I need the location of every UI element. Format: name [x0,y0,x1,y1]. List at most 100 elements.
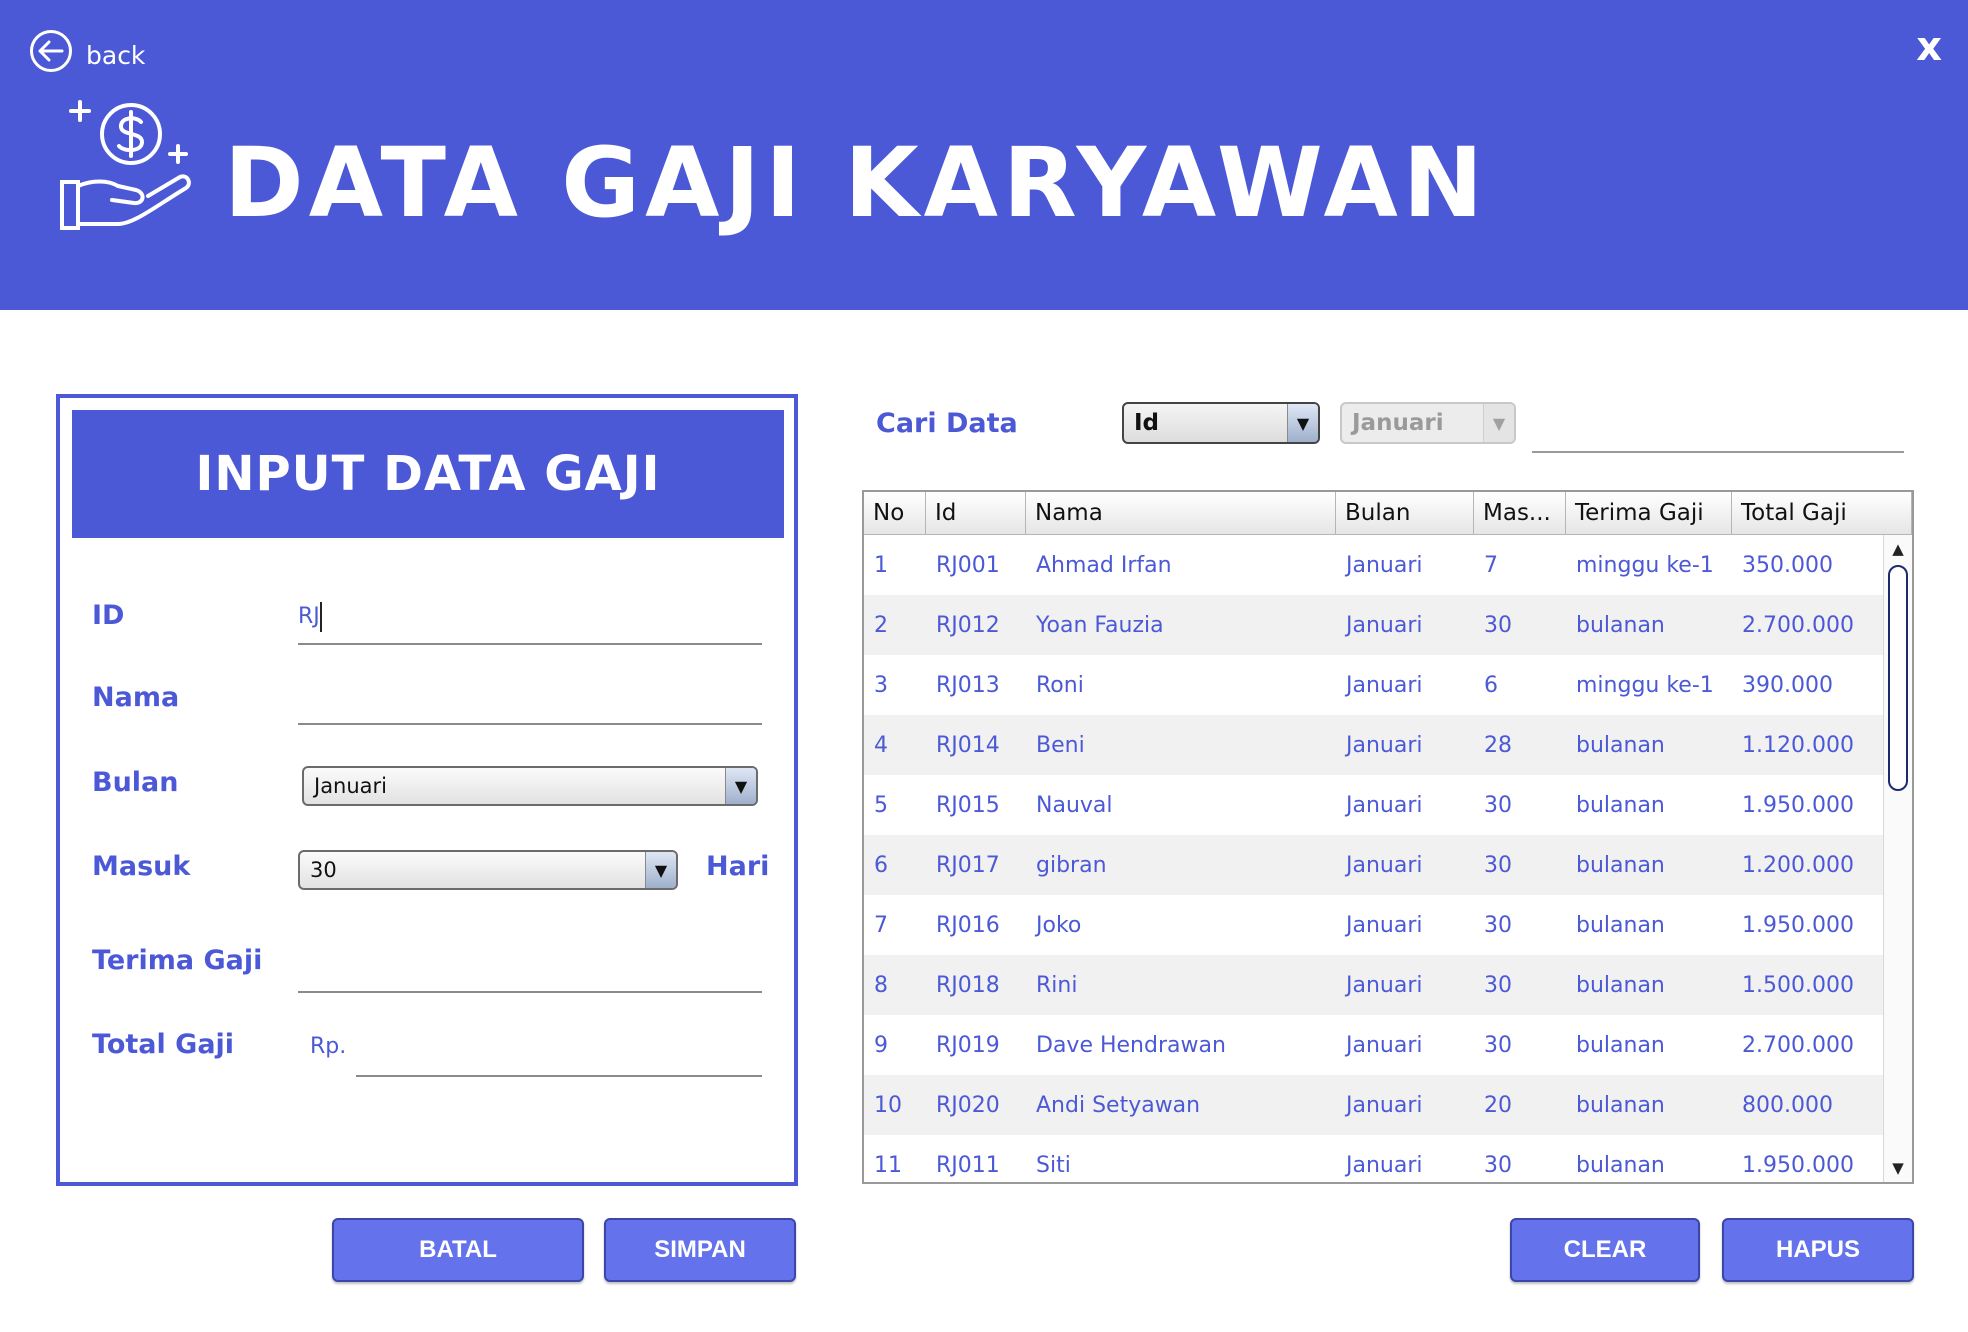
chevron-down-icon: ▼ [725,768,756,804]
search-label: Cari Data [876,408,1018,439]
clear-button[interactable]: CLEAR [1510,1218,1700,1282]
scroll-down-icon[interactable]: ▼ [1884,1156,1912,1180]
back-arrow-icon [30,30,72,72]
cell-nama: Siti [1036,1152,1071,1178]
cell-nama: Ahmad Irfan [1036,552,1172,578]
hapus-button[interactable]: HAPUS [1722,1218,1914,1282]
cell-masuk: 30 [1484,852,1512,878]
bulan-label: Bulan [92,767,179,798]
cell-no: 8 [874,972,888,998]
total-gaji-input[interactable] [356,1075,762,1077]
id-input[interactable]: RJ [298,604,320,629]
cell-nama: gibran [1036,852,1107,878]
table-row[interactable]: 1 RJ001 Ahmad Irfan Januari 7 minggu ke-1 350.… [864,535,1884,595]
terima-gaji-input[interactable] [298,991,762,993]
cell-masuk: 28 [1484,732,1512,758]
id-field-underline [298,643,762,645]
cell-id: RJ013 [936,672,1000,698]
cell-id: RJ017 [936,852,1000,878]
close-button[interactable]: x [1916,24,1942,70]
cell-no: 5 [874,792,888,818]
vertical-scrollbar[interactable]: ▲ ▼ [1883,535,1912,1182]
cell-terima-gaji: bulanan [1576,1152,1665,1178]
cell-no: 6 [874,852,888,878]
cell-id: RJ016 [936,912,1000,938]
text-caret [320,602,322,632]
cell-no: 10 [874,1092,902,1118]
cell-nama: Beni [1036,732,1085,758]
header-col-nama[interactable]: Nama [1026,492,1336,534]
chevron-down-icon: ▼ [645,852,676,888]
cell-bulan: Januari [1346,1032,1423,1058]
form-banner-title: INPUT DATA GAJI [72,410,784,538]
back-label: back [86,40,146,70]
header-bar: back x DATA GAJI KARYAWAN [0,0,1968,310]
table-row[interactable]: 7 RJ016 Joko Januari 30 bulanan 1.950.000 [864,895,1884,955]
table-row[interactable]: 2 RJ012 Yoan Fauzia Januari 30 bulanan 2.700.0… [864,595,1884,655]
table-row[interactable]: 11 RJ011 Siti Januari 30 bulanan 1.950.000 [864,1135,1884,1182]
search-input[interactable] [1532,451,1904,453]
cell-bulan: Januari [1346,792,1423,818]
cell-no: 7 [874,912,888,938]
cell-id: RJ019 [936,1032,1000,1058]
cell-bulan: Januari [1346,1152,1423,1178]
cell-masuk: 30 [1484,1032,1512,1058]
cell-masuk: 30 [1484,912,1512,938]
search-month-selected: Januari [1352,410,1444,436]
table-row[interactable]: 6 RJ017 gibran Januari 30 bulanan 1.200.000 [864,835,1884,895]
header-col-terima-gaji[interactable]: Terima Gaji [1566,492,1732,534]
header-col-no[interactable]: No [864,492,926,534]
cell-no: 1 [874,552,888,578]
table-row[interactable]: 9 RJ019 Dave Hendrawan Januari 30 bulanan 2.70… [864,1015,1884,1075]
chevron-down-icon: ▼ [1287,404,1318,442]
nama-input[interactable] [298,723,762,725]
cell-nama: Yoan Fauzia [1036,612,1164,638]
salary-hand-dollar-icon [56,100,196,244]
header-col-id[interactable]: Id [926,492,1026,534]
nama-label: Nama [92,682,180,713]
search-field-dropdown[interactable]: Id ▼ [1122,402,1320,444]
header-col-bulan[interactable]: Bulan [1336,492,1474,534]
currency-prefix: Rp. [310,1034,347,1059]
table-row[interactable]: 5 RJ015 Nauval Januari 30 bulanan 1.950.000 [864,775,1884,835]
search-month-dropdown[interactable]: Januari ▼ [1340,402,1516,444]
cell-terima-gaji: bulanan [1576,792,1665,818]
header-col-total-gaji[interactable]: Total Gaji [1732,492,1912,534]
cell-bulan: Januari [1346,912,1423,938]
cell-id: RJ012 [936,612,1000,638]
bulan-dropdown[interactable]: Januari ▼ [302,766,758,806]
cell-masuk: 30 [1484,792,1512,818]
scroll-thumb[interactable] [1888,565,1908,791]
cell-masuk: 7 [1484,552,1498,578]
table-row[interactable]: 4 RJ014 Beni Januari 28 bulanan 1.120.000 [864,715,1884,775]
cell-terima-gaji: bulanan [1576,852,1665,878]
cell-terima-gaji: bulanan [1576,1032,1665,1058]
header-col-masuk[interactable]: Mas... [1474,492,1566,534]
simpan-button[interactable]: SIMPAN [604,1218,796,1282]
cell-bulan: Januari [1346,972,1423,998]
table-row[interactable]: 8 RJ018 Rini Januari 30 bulanan 1.500.000 [864,955,1884,1015]
chevron-down-icon: ▼ [1483,404,1514,442]
cell-masuk: 30 [1484,612,1512,638]
masuk-dropdown[interactable]: 30 ▼ [298,850,678,890]
page-title: DATA GAJI KARYAWAN [224,127,1489,239]
cell-nama: Rini [1036,972,1078,998]
back-button[interactable]: back [30,30,145,72]
cell-no: 11 [874,1152,902,1178]
cell-id: RJ011 [936,1152,1000,1178]
masuk-selected: 30 [310,858,337,882]
cell-nama: Dave Hendrawan [1036,1032,1226,1058]
batal-button[interactable]: BATAL [332,1218,584,1282]
cell-id: RJ001 [936,552,1000,578]
table-header: No Id Nama Bulan Mas... Terima Gaji Total Gaji [864,492,1912,535]
cell-id: RJ020 [936,1092,1000,1118]
table-row[interactable]: 10 RJ020 Andi Setyawan Januari 20 bulanan 800.… [864,1075,1884,1135]
cell-terima-gaji: bulanan [1576,912,1665,938]
cell-nama: Roni [1036,672,1084,698]
scroll-up-icon[interactable]: ▲ [1884,537,1912,561]
cell-nama: Joko [1036,912,1082,938]
cell-bulan: Januari [1346,732,1423,758]
cell-no: 3 [874,672,888,698]
cell-id: RJ014 [936,732,1000,758]
table-row[interactable]: 3 RJ013 Roni Januari 6 minggu ke-1 390.000 [864,655,1884,715]
